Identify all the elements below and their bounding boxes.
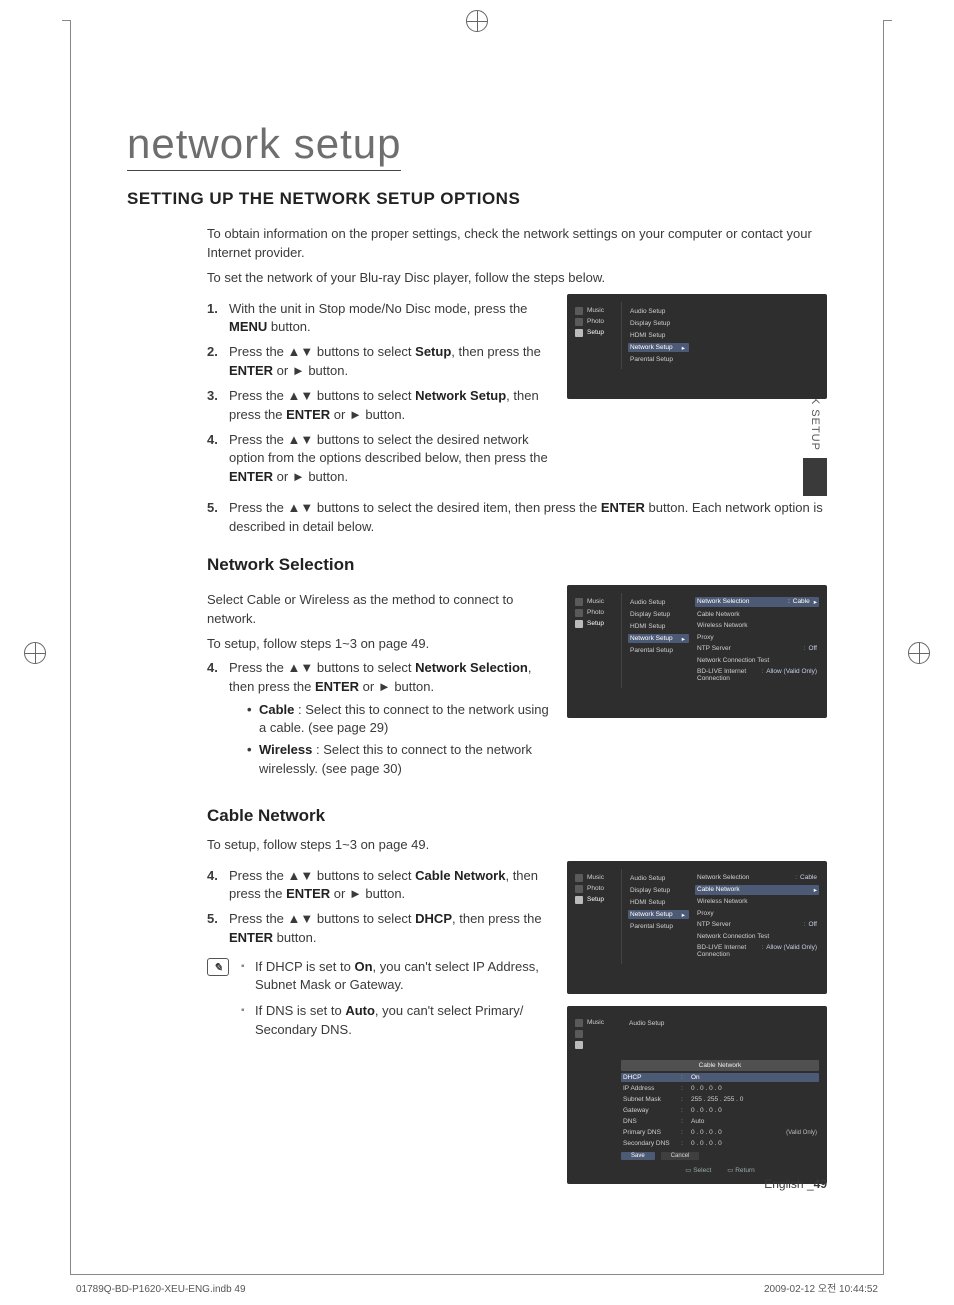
page: NETWORK SETUP network setup SETTING UP T…: [70, 20, 884, 1275]
crop-mark-icon: [884, 20, 892, 21]
crop-mark-icon: [62, 20, 70, 21]
field-dhcp: DHCP:On: [621, 1073, 819, 1082]
step-number: 3.: [207, 387, 229, 425]
step-text: Press the ▲▼ buttons to select the desir…: [229, 431, 549, 488]
intro-text: To set the network of your Blu-ray Disc …: [207, 269, 827, 288]
option-network-selection: Network Selection:Cable▸: [695, 597, 819, 607]
note-list: If DHCP is set to On, you can't select I…: [241, 958, 549, 1047]
gear-icon: [575, 1041, 583, 1049]
device-screenshot: Music Photo Setup Audio Setup Display Se…: [567, 585, 827, 718]
step-number: 4.: [207, 659, 229, 781]
footer-timestamp: 2009-02-12 오전 10:44:52: [764, 1280, 878, 1295]
intro-text: To obtain information on the proper sett…: [207, 225, 827, 263]
step-number: 4.: [207, 431, 229, 488]
music-icon: [575, 307, 583, 315]
registration-mark-icon: [908, 642, 930, 664]
photo-icon: [575, 609, 583, 617]
gear-icon: [575, 329, 583, 337]
paragraph: Select Cable or Wireless as the method t…: [207, 591, 549, 629]
menu-item-network-setup: Network Setup: [628, 343, 689, 352]
step-text: With the unit in Stop mode/No Disc mode,…: [229, 300, 549, 338]
step-text: Press the ▲▼ buttons to select Cable Net…: [229, 867, 549, 905]
body: To obtain information on the proper sett…: [207, 225, 827, 1184]
footer-filename: 01789Q-BD-P1620-XEU-ENG.indb 49: [76, 1284, 246, 1295]
step-number: 4.: [207, 867, 229, 905]
footer-rule: [70, 1274, 884, 1275]
section-heading: SETTING UP THE NETWORK SETUP OPTIONS: [127, 189, 827, 209]
note-item: If DNS is set to Auto, you can't select …: [241, 1002, 549, 1038]
music-icon: [575, 1019, 583, 1027]
option-cable-network: Cable Network▸: [695, 885, 819, 895]
step-list: 4. Press the ▲▼ buttons to select Networ…: [207, 659, 549, 781]
photo-icon: [575, 318, 583, 326]
step-text: Press the ▲▼ buttons to select the desir…: [229, 499, 827, 537]
cable-network-popup: Cable Network DHCP:On IP Address:0 . 0 .…: [621, 1060, 819, 1174]
step-list: 4. Press the ▲▼ buttons to select Cable …: [207, 867, 549, 948]
photo-icon: [575, 885, 583, 893]
page-number: 49: [814, 1177, 827, 1191]
step-number: 5.: [207, 499, 229, 537]
cancel-button: Cancel: [661, 1152, 700, 1160]
menu-item-network-setup: Network Setup: [628, 910, 689, 919]
save-button: Save: [621, 1152, 655, 1160]
note-item: If DHCP is set to On, you can't select I…: [241, 958, 549, 994]
note-icon: ✎: [207, 958, 229, 976]
step-number: 2.: [207, 343, 229, 381]
paragraph: To setup, follow steps 1~3 on page 49.: [207, 836, 827, 855]
bullet-list: Cable : Select this to connect to the ne…: [247, 701, 549, 778]
step-number: 1.: [207, 300, 229, 338]
popup-title: Cable Network: [621, 1060, 819, 1071]
subsection-heading: Network Selection: [207, 555, 827, 575]
step-text: Press the ▲▼ buttons to select Setup, th…: [229, 343, 549, 381]
page-title: network setup: [127, 120, 401, 171]
step-list: 1. With the unit in Stop mode/No Disc mo…: [207, 300, 549, 488]
device-screenshot: Music Audio Setup Cable Network DHCP:On …: [567, 1006, 827, 1184]
list-item: Wireless : Select this to connect to the…: [247, 741, 549, 777]
step-text: Press the ▲▼ buttons to select Network S…: [229, 387, 549, 425]
music-icon: [575, 874, 583, 882]
step-number: 5.: [207, 910, 229, 948]
step-text: Press the ▲▼ buttons to select DHCP, the…: [229, 910, 549, 948]
step-list: 5. Press the ▲▼ buttons to select the de…: [207, 499, 827, 537]
page-footer: English _49: [764, 1177, 827, 1191]
step-text: Press the ▲▼ buttons to select Network S…: [229, 659, 549, 781]
side-note: (Valid Only): [786, 1130, 817, 1136]
gear-icon: [575, 620, 583, 628]
subsection-heading: Cable Network: [207, 806, 827, 826]
side-tab-marker: [803, 458, 827, 496]
toolbar-select: Select: [685, 1166, 711, 1174]
toolbar-return: Return: [727, 1166, 754, 1174]
device-screenshot: Music Photo Setup Audio Setup Display Se…: [567, 861, 827, 994]
paragraph: To setup, follow steps 1~3 on page 49.: [207, 635, 549, 654]
photo-icon: [575, 1030, 583, 1038]
menu-item-network-setup: Network Setup: [628, 634, 689, 643]
list-item: Cable : Select this to connect to the ne…: [247, 701, 549, 737]
gear-icon: [575, 896, 583, 904]
music-icon: [575, 598, 583, 606]
registration-mark-icon: [24, 642, 46, 664]
device-screenshot: Music Photo Setup Audio Setup Display Se…: [567, 294, 827, 399]
